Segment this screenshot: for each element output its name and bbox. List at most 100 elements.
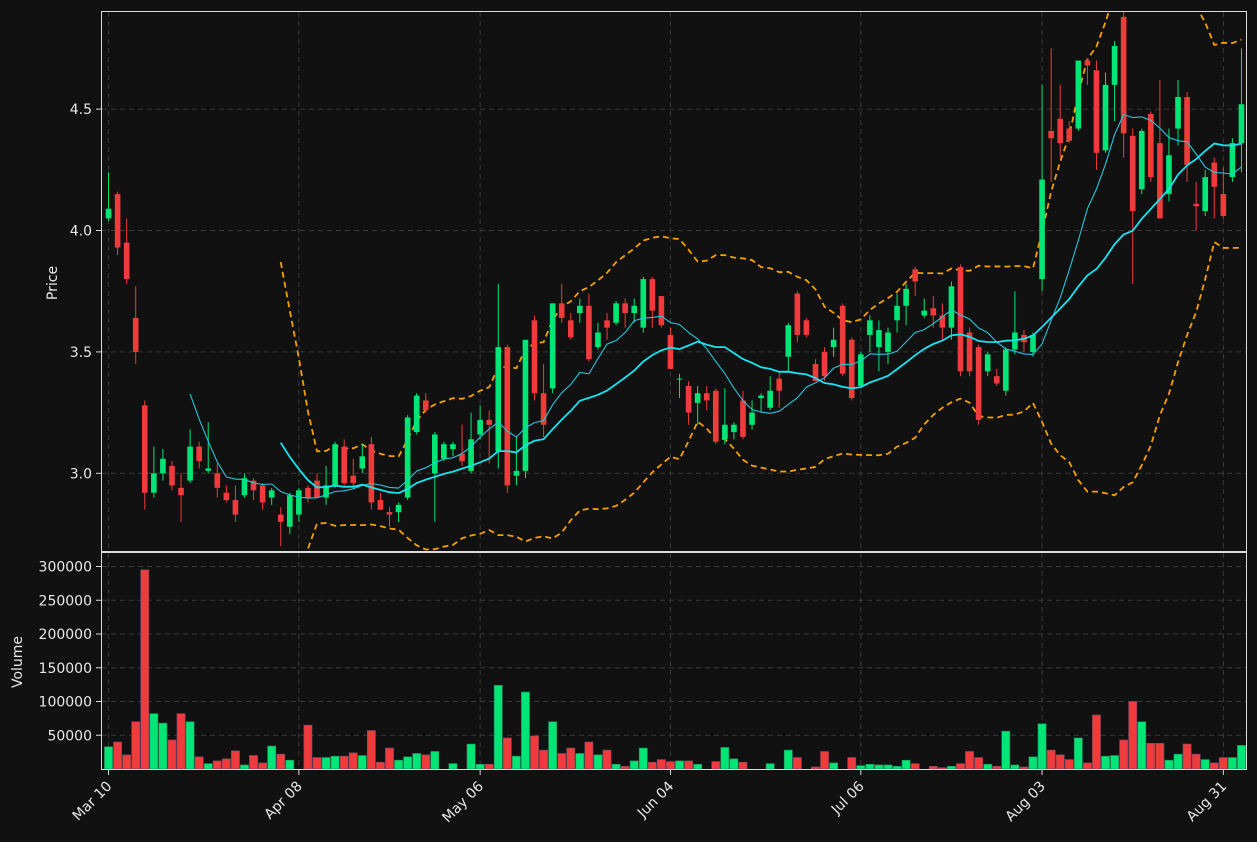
candle-body xyxy=(341,446,347,484)
volume-bar xyxy=(657,759,666,770)
volume-bar xyxy=(811,766,820,770)
candle-body xyxy=(359,456,366,469)
volume-bar xyxy=(892,765,902,770)
candle-body xyxy=(305,487,311,498)
candle-body xyxy=(948,286,955,328)
volume-bar xyxy=(1228,757,1237,770)
candle-body xyxy=(558,303,565,318)
volume-bar xyxy=(992,765,1002,770)
volume-bar xyxy=(856,765,866,770)
volume-bar xyxy=(149,713,159,770)
candle-body xyxy=(649,279,656,311)
candle-body xyxy=(114,194,121,248)
volume-bar xyxy=(512,755,521,770)
volume-bar xyxy=(937,767,947,770)
candle-body xyxy=(1211,162,1218,187)
volume-bar xyxy=(1064,759,1074,770)
candle-body xyxy=(386,512,393,515)
candle-body xyxy=(975,347,982,420)
candle-body xyxy=(1039,179,1045,280)
volume-bar xyxy=(1218,757,1228,770)
volume-bar xyxy=(104,746,113,770)
volume-bar xyxy=(765,763,775,770)
volume-bar xyxy=(928,765,938,770)
volume-bar xyxy=(1237,745,1246,770)
volume-bar xyxy=(1037,723,1047,770)
candle-body xyxy=(413,395,420,433)
volume-bar xyxy=(602,749,612,770)
volume-axis-title: Volume xyxy=(10,636,26,688)
volume-bar xyxy=(910,763,920,770)
volume-bar xyxy=(1001,730,1011,770)
volume-bar xyxy=(1110,755,1119,770)
volume-bar xyxy=(820,751,829,770)
candle-body xyxy=(1220,194,1227,216)
volume-bar xyxy=(1164,759,1174,770)
candle-body xyxy=(422,400,429,411)
candle-body xyxy=(368,444,375,503)
volume-bar xyxy=(666,761,675,770)
candle-body xyxy=(332,444,338,486)
price-tick-label: 3.5 xyxy=(70,345,92,361)
volume-bar xyxy=(203,763,213,770)
candle-body xyxy=(196,446,202,462)
volume-bar xyxy=(829,762,838,770)
candle-body xyxy=(984,354,991,372)
candle-body xyxy=(1175,96,1181,129)
candle-body xyxy=(169,466,175,486)
candle-body xyxy=(867,320,873,335)
candle-body xyxy=(160,458,166,474)
candle-body xyxy=(504,347,511,486)
candle-body xyxy=(223,492,230,501)
volume-bar xyxy=(158,722,168,770)
candle-body xyxy=(676,378,683,380)
candle-body xyxy=(141,405,148,493)
volume-bar xyxy=(1146,743,1156,770)
candle-body xyxy=(513,470,520,476)
volume-bar xyxy=(421,754,431,770)
volume-bar xyxy=(1128,701,1138,770)
candle-body xyxy=(495,347,502,452)
volume-bar xyxy=(647,761,657,770)
volume-bar xyxy=(1092,714,1101,770)
candle-body xyxy=(794,293,801,335)
candle-body xyxy=(803,320,810,335)
candle-body xyxy=(132,317,139,352)
candle-body xyxy=(259,485,266,503)
volume-bar xyxy=(321,757,331,770)
volume-bar xyxy=(965,751,974,770)
candle-body xyxy=(740,400,746,437)
volume-bar xyxy=(122,754,132,770)
volume-bar xyxy=(1209,762,1219,770)
candle-body xyxy=(830,339,837,348)
price-tick-label: 3.0 xyxy=(70,466,92,482)
volume-bar xyxy=(548,721,558,770)
volume-tick-label: 200000 xyxy=(39,627,92,643)
volume-bar xyxy=(113,741,122,770)
candle-body xyxy=(749,412,755,425)
volume-bar xyxy=(376,761,385,770)
volume-bar xyxy=(330,755,340,770)
candle-body xyxy=(785,325,792,357)
candle-body xyxy=(604,320,610,328)
candle-body xyxy=(903,288,909,306)
volume-bar xyxy=(865,763,875,770)
candle-body xyxy=(876,330,882,348)
candle-body xyxy=(712,390,719,442)
volume-tick-label: 100000 xyxy=(39,695,92,711)
volume-bar xyxy=(783,749,793,770)
volume-bar xyxy=(258,762,267,770)
volume-bar xyxy=(176,713,186,770)
candle-body xyxy=(404,417,411,498)
candle-body xyxy=(894,305,900,321)
candle-body xyxy=(631,305,638,314)
volume-bar xyxy=(502,737,512,770)
volume-bar xyxy=(167,739,177,770)
volume-bar xyxy=(249,755,258,770)
candle-body xyxy=(1066,128,1073,141)
volume-bar xyxy=(847,757,857,770)
candle-body xyxy=(395,504,402,513)
volume-bar xyxy=(267,745,277,770)
volume-bar xyxy=(792,757,802,770)
candle-body xyxy=(151,473,157,493)
